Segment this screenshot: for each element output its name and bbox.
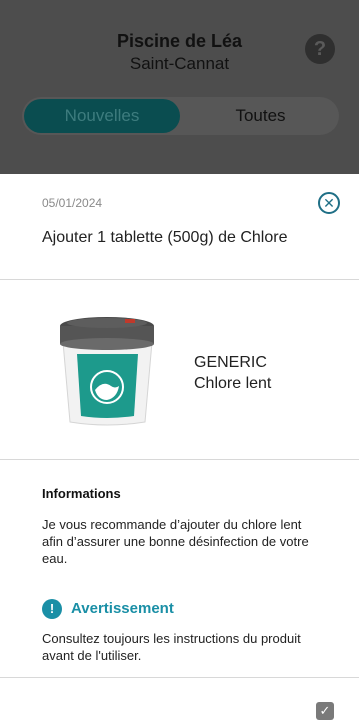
tab-nouvelles[interactable]: Nouvelles [24, 99, 180, 133]
warning-text: Consultez toujours les instructions du p… [42, 631, 301, 663]
task-title: Ajouter 1 tablette (500g) de Chlore [42, 229, 288, 246]
divider [0, 459, 359, 460]
filter-segmented-control: Nouvelles Toutes [22, 97, 339, 135]
question-mark-icon[interactable]: ? [305, 34, 335, 64]
warning-heading: Avertissement [71, 600, 174, 617]
warning-icon: ! [42, 599, 62, 619]
product-brand: GENERIC [194, 354, 267, 371]
info-heading: Informations [42, 486, 121, 501]
checkbox-icon[interactable]: ✓ [316, 702, 334, 720]
task-date: 05/01/2024 [42, 196, 103, 210]
tab-toutes[interactable]: Toutes [182, 97, 339, 135]
product-name: Chlore lent [194, 375, 272, 392]
task-detail-sheet: 05/01/2024 ✕ Ajouter 1 tablette (500g) d… [0, 174, 359, 720]
app-header: Piscine de Léa Saint-Cannat ? Nouvelles … [0, 0, 359, 174]
chlorine-bucket-icon [60, 317, 154, 426]
close-icon[interactable]: ✕ [318, 192, 340, 214]
divider [0, 677, 359, 678]
divider [0, 279, 359, 280]
info-text: Je vous recommande d’ajouter du chlore l… [42, 517, 309, 566]
pool-location: Saint-Cannat [129, 54, 230, 73]
